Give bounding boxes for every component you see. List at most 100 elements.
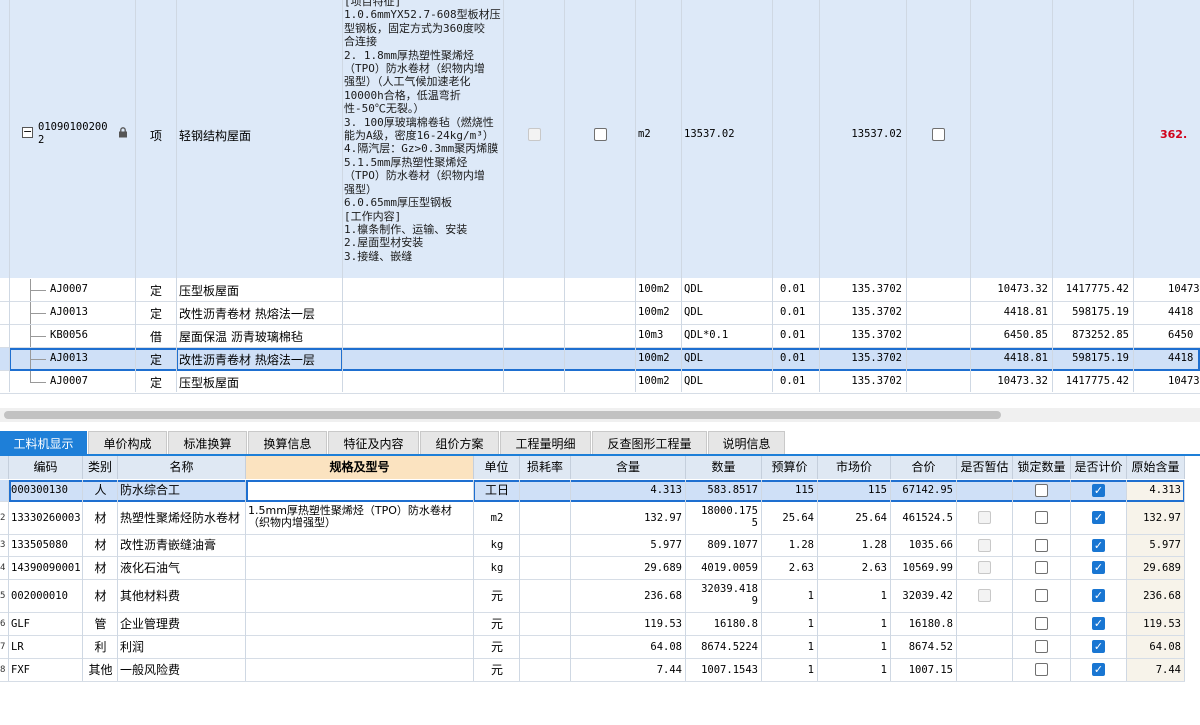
column-header[interactable]: 编码 (9, 456, 83, 479)
material-budget: 1 (807, 664, 814, 676)
is-priced-checkbox[interactable]: ✓ (1092, 663, 1105, 676)
column-divider (570, 480, 571, 681)
tree-branch (30, 290, 46, 291)
tab-1[interactable]: 工料机显示 (0, 431, 87, 455)
material-type: 材 (94, 538, 107, 552)
bill-item-name: 轻钢结构屋面 (179, 129, 252, 143)
material-type: 材 (94, 589, 107, 603)
material-market: 1 (880, 618, 887, 630)
material-orig: 5.977 (1127, 535, 1185, 556)
column-header[interactable]: 名称 (118, 456, 246, 479)
material-qty: 809.1077 (707, 539, 758, 551)
material-unit: 元 (490, 663, 503, 677)
material-content: 236.68 (644, 590, 682, 602)
column-header[interactable]: 预算价 (762, 456, 818, 479)
resource-extra: 10473 (1168, 283, 1200, 295)
is-estimate-checkbox (978, 589, 991, 602)
material-name: 利润 (120, 640, 145, 654)
material-total: 10569.99 (902, 562, 953, 574)
material-total: 16180.8 (908, 618, 953, 630)
material-orig: 64.08 (1127, 636, 1185, 658)
resource-type: 定 (149, 284, 162, 298)
resource-type: 定 (149, 376, 162, 390)
lock-qty-checkbox[interactable] (1035, 640, 1048, 653)
is-priced-checkbox[interactable]: ✓ (1092, 511, 1105, 524)
is-priced-checkbox[interactable]: ✓ (1092, 561, 1105, 574)
material-type: 管 (94, 617, 107, 631)
column-header[interactable]: 锁定数量 (1013, 456, 1071, 479)
lock-qty-checkbox[interactable] (1035, 617, 1048, 630)
tab-2[interactable]: 单价构成 (88, 431, 167, 455)
column-divider (8, 480, 9, 681)
resource-code: AJ0007 (50, 283, 88, 295)
lock-qty-checkbox[interactable] (1035, 589, 1048, 602)
is-priced-checkbox[interactable]: ✓ (1092, 640, 1105, 653)
material-orig: 236.68 (1127, 580, 1185, 612)
is-priced-checkbox[interactable]: ✓ (1092, 589, 1105, 602)
column-header[interactable]: 类别 (83, 456, 118, 479)
is-priced-checkbox[interactable]: ✓ (1092, 617, 1105, 630)
column-header[interactable]: 损耗率 (520, 456, 571, 479)
is-priced-checkbox[interactable]: ✓ (1092, 538, 1105, 552)
collapse-toggle-icon[interactable]: − (22, 126, 33, 138)
material-unit: 元 (490, 617, 503, 631)
row-divider (0, 393, 1200, 394)
tab-4[interactable]: 换算信息 (248, 431, 327, 455)
active-cell-editor[interactable] (176, 348, 343, 371)
material-spec (246, 613, 474, 635)
material-unit: 元 (490, 589, 503, 603)
column-divider (82, 480, 83, 681)
resource-ratio: 0.01 (780, 375, 806, 387)
resource-ratio: 0.01 (780, 329, 806, 341)
column-header[interactable]: 规格及型号 (246, 456, 474, 479)
material-spec (246, 557, 474, 579)
resource-extra: 10473 (1168, 375, 1200, 387)
material-spec (246, 659, 474, 681)
tab-6[interactable]: 组价方案 (420, 431, 499, 455)
column-header[interactable]: 是否计价 (1071, 456, 1127, 479)
material-name: 改性沥青嵌缝油膏 (120, 538, 217, 552)
tab-5[interactable]: 特征及内容 (328, 431, 419, 455)
material-unit: 元 (490, 640, 503, 654)
is-estimate-checkbox (978, 538, 991, 552)
material-code: 133505080 (11, 539, 68, 551)
column-divider (1070, 480, 1071, 681)
bill-item-unit: m2 (638, 128, 651, 140)
tab-7[interactable]: 工程量明细 (500, 431, 591, 455)
column-divider (117, 480, 118, 681)
item-checkbox-disabled (528, 128, 541, 141)
material-loss (520, 557, 571, 579)
material-market: 1 (880, 664, 887, 676)
tab-9[interactable]: 说明信息 (708, 431, 785, 455)
column-header[interactable]: 数量 (686, 456, 762, 479)
column-header[interactable]: 合价 (891, 456, 957, 479)
material-code: 002000010 (11, 590, 68, 602)
item-checkbox-2[interactable] (932, 128, 945, 141)
material-qty: 8674.5224 (701, 641, 758, 653)
column-header[interactable]: 单位 (474, 456, 520, 479)
resource-unit: 100m2 (638, 375, 670, 387)
tab-3[interactable]: 标准换算 (168, 431, 247, 455)
tab-8[interactable]: 反查图形工程量 (592, 431, 707, 455)
lock-qty-checkbox[interactable] (1035, 538, 1048, 552)
material-total: 461524.5 (902, 512, 953, 524)
column-header[interactable]: 市场价 (818, 456, 891, 479)
item-checkbox[interactable] (594, 128, 607, 141)
material-content: 5.977 (650, 539, 682, 551)
spec-cell-editor[interactable] (246, 480, 475, 502)
column-divider (1012, 480, 1013, 681)
lock-qty-checkbox[interactable] (1035, 663, 1048, 676)
column-header[interactable]: 原始含量 (1127, 456, 1185, 479)
lock-qty-checkbox[interactable] (1035, 561, 1048, 574)
material-spec: 1.5mm厚热塑性聚烯烃（TPO）防水卷材 （织物内增强型） (248, 504, 452, 529)
lock-qty-checkbox[interactable] (1035, 511, 1048, 524)
material-spec (246, 636, 474, 658)
horizontal-scrollbar[interactable] (0, 408, 1200, 422)
scrollbar-thumb[interactable] (4, 411, 1001, 419)
material-budget: 2.63 (788, 562, 814, 574)
column-header[interactable]: 是否暂估 (957, 456, 1013, 479)
column-header[interactable]: 含量 (571, 456, 686, 479)
header-corner (0, 456, 9, 479)
material-loss (520, 535, 571, 556)
material-qty: 32039.418 9 (701, 583, 758, 607)
